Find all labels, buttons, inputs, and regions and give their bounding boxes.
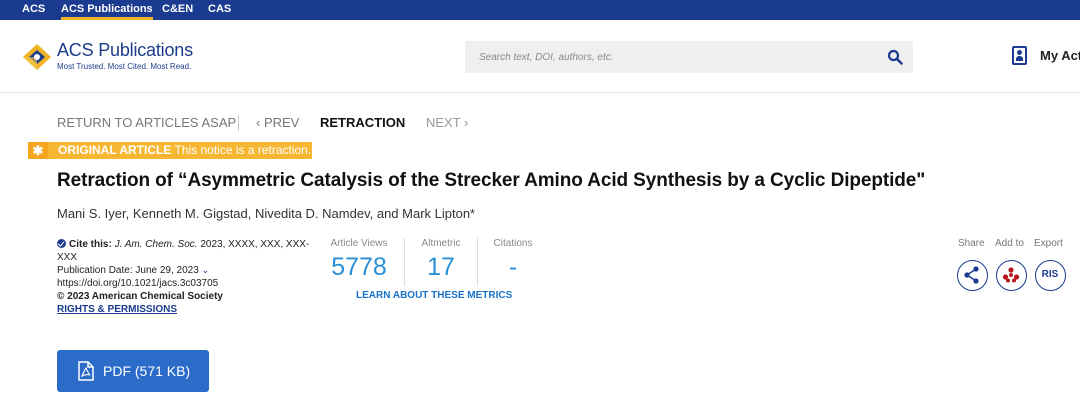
top-nav-cen[interactable]: C&EN [162, 0, 193, 20]
citations-value: - [508, 253, 518, 281]
cite-row: Cite this: J. Am. Chem. Soc. 2023, XXXX,… [57, 238, 317, 251]
export-ris-button[interactable]: RIS [1035, 260, 1066, 291]
metric-divider [404, 238, 405, 286]
article-views-label: Article Views [330, 238, 388, 249]
account-icon [1012, 46, 1027, 65]
altmetric-metric[interactable]: Altmetric 17 [412, 238, 470, 282]
citations-label: Citations [493, 238, 533, 249]
mendeley-icon [1002, 267, 1020, 283]
pager-divider [238, 115, 239, 131]
search-icon [887, 49, 903, 65]
citations-metric: Citations - [486, 238, 540, 282]
publication-date: Publication Date: June 29, 2023 [57, 265, 199, 276]
top-nav-bar: ACS ACS Publications C&EN CAS [0, 0, 1080, 20]
brand-name: ACS Publications [57, 40, 193, 60]
altmetric-value: 17 [427, 253, 455, 281]
article-title: Retraction of “Asymmetric Catalysis of t… [57, 170, 926, 191]
top-nav-cas[interactable]: CAS [208, 0, 231, 20]
current-article-type: RETRACTION [320, 115, 406, 130]
share-label: Share [958, 238, 985, 249]
prev-link[interactable]: ‹ PREV [256, 114, 299, 132]
notice-text: ORIGINAL ARTICLE This notice is a retrac… [58, 142, 311, 159]
check-icon [57, 239, 66, 248]
share-button[interactable] [957, 260, 988, 291]
search-input[interactable] [465, 41, 865, 73]
top-nav-acs[interactable]: ACS [22, 0, 45, 20]
site-header: ACS Publications Most Trusted. Most Cite… [0, 20, 1080, 93]
altmetric-label: Altmetric [421, 238, 461, 249]
brand-tagline: Most Trusted. Most Cited. Most Read. [57, 62, 192, 71]
pdf-button-label: PDF (571 KB) [103, 363, 191, 379]
search-bar [465, 41, 913, 73]
acs-diamond-icon [23, 44, 51, 70]
doi-link[interactable]: https://doi.org/10.1021/jacs.3c03705 [57, 277, 317, 290]
next-link[interactable]: NEXT › [426, 114, 468, 132]
pdf-icon [78, 361, 94, 381]
acs-publications-logo[interactable]: ACS Publications Most Trusted. Most Cite… [22, 40, 222, 74]
add-to-button[interactable] [996, 260, 1027, 291]
ris-label: RIS [1041, 269, 1059, 280]
retraction-notice: ✱ ORIGINAL ARTICLE This notice is a retr… [28, 142, 312, 159]
rights-permissions-link[interactable]: RIGHTS & PERMISSIONS [57, 304, 177, 315]
copyright: © 2023 American Chemical Society [57, 291, 223, 302]
journal-name: J. Am. Chem. Soc. [114, 239, 198, 250]
publication-date-row[interactable]: Publication Date: June 29, 2023 ⌄ [57, 264, 317, 277]
citation-ref-cont: XXX [57, 252, 78, 263]
top-nav-acs-publications[interactable]: ACS Publications [61, 0, 153, 20]
article-views-metric: Article Views 5778 [328, 238, 390, 282]
article-views-value: 5778 [331, 253, 387, 281]
search-button[interactable] [887, 49, 903, 65]
citation-block: Cite this: J. Am. Chem. Soc. 2023, XXXX,… [57, 238, 317, 316]
cite-this-label[interactable]: Cite this: [69, 239, 112, 250]
add-to-label: Add to [995, 238, 1024, 249]
chevron-down-icon: ⌄ [201, 265, 210, 275]
share-icon [964, 266, 979, 284]
return-to-articles-link[interactable]: RETURN TO ARTICLES ASAP [57, 114, 236, 132]
article-authors: Mani S. Iyer, Kenneth M. Gigstad, Nivedi… [57, 206, 476, 221]
pdf-download-button[interactable]: PDF (571 KB) [57, 350, 209, 392]
notice-message: This notice is a retraction. [174, 143, 312, 157]
my-account-label: My Acti [1040, 48, 1080, 63]
citation-ref: 2023, XXXX, XXX, XXX- [197, 239, 310, 250]
metric-divider [477, 238, 478, 286]
notice-original-article-link[interactable]: ORIGINAL ARTICLE [58, 143, 171, 157]
learn-about-metrics-link[interactable]: LEARN ABOUT THESE METRICS [356, 290, 512, 301]
export-label: Export [1034, 238, 1063, 249]
asterisk-icon: ✱ [28, 142, 48, 159]
